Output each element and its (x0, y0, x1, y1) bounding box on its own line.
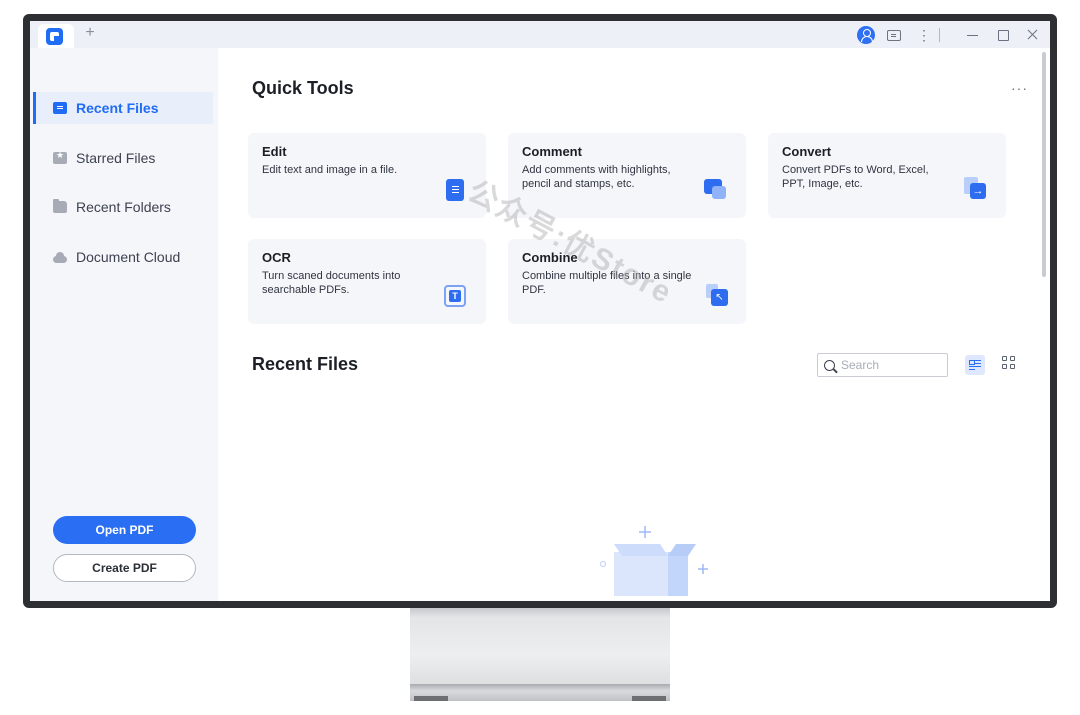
grid-view-icon[interactable] (1002, 356, 1018, 372)
open-pdf-button[interactable]: Open PDF (53, 516, 196, 544)
vertical-scrollbar[interactable] (1042, 52, 1046, 277)
tool-card-title: Comment (522, 144, 582, 159)
app-logo-icon (46, 28, 63, 45)
convert-tool-icon (964, 177, 986, 199)
comment-tool-icon (704, 179, 726, 201)
combine-tool-icon (706, 284, 728, 306)
maximize-button[interactable] (992, 25, 1014, 45)
more-vertical-icon[interactable]: ⋮ (917, 28, 931, 42)
app-window: + ⋮ Recent Files Starred Files (30, 21, 1050, 601)
quick-tools-title: Quick Tools (252, 78, 354, 98)
recent-files-title: Recent Files (252, 354, 359, 374)
search-input[interactable] (841, 358, 941, 372)
new-tab-button[interactable]: + (82, 24, 98, 42)
tool-card-title: Combine (522, 250, 578, 265)
edit-tool-icon (446, 179, 464, 201)
close-button[interactable] (1022, 25, 1044, 45)
tool-card-description: Add comments with highlights, pencil and… (522, 164, 671, 190)
sidebar-item-label: Recent Folders (76, 199, 171, 215)
sidebar-item-recent-folders[interactable]: Recent Folders (33, 191, 213, 223)
home-tab[interactable] (38, 24, 74, 48)
sidebar: Recent Files Starred Files Recent Folder… (30, 48, 218, 601)
main-content: Quick Tools ··· Edit Edit text and image… (218, 48, 1050, 601)
sidebar-item-label: Document Cloud (76, 249, 181, 265)
more-horizontal-icon[interactable]: ··· (1011, 80, 1028, 96)
cloud-icon (53, 251, 67, 263)
tool-card-description: Convert PDFs to Word, Excel, PPT, Image,… (782, 164, 929, 190)
empty-state-box-icon (599, 526, 708, 596)
account-avatar-icon[interactable] (857, 26, 875, 44)
monitor-stand-base (410, 684, 670, 701)
tool-card-title: Edit (262, 144, 287, 159)
ocr-tool-icon (444, 285, 466, 307)
star-icon (53, 150, 67, 164)
sidebar-item-document-cloud[interactable]: Document Cloud (33, 241, 213, 273)
recent-files-icon (53, 102, 67, 114)
folder-icon (53, 199, 67, 213)
tool-card-description: Edit text and image in a file. (262, 164, 398, 176)
tool-card-convert[interactable]: Convert Convert PDFs to Word, Excel, PPT… (768, 133, 1006, 218)
create-pdf-button[interactable]: Create PDF (53, 554, 196, 582)
tool-card-ocr[interactable]: OCR Turn scaned documents into searchabl… (248, 239, 486, 324)
feedback-message-icon[interactable] (887, 29, 901, 41)
monitor-stand (410, 608, 670, 686)
minimize-button[interactable] (962, 25, 984, 45)
tool-card-edit[interactable]: Edit Edit text and image in a file. (248, 133, 486, 218)
search-box[interactable] (817, 353, 948, 377)
sidebar-item-label: Recent Files (76, 100, 159, 116)
sidebar-item-starred-files[interactable]: Starred Files (33, 142, 213, 174)
tool-card-description: Combine multiple files into a single PDF… (522, 270, 692, 296)
title-bar-divider (939, 28, 940, 42)
title-bar-controls: ⋮ (857, 25, 1044, 45)
title-bar: + ⋮ (30, 21, 1050, 48)
search-icon (824, 359, 835, 371)
monitor-frame: + ⋮ Recent Files Starred Files (23, 14, 1057, 608)
tool-card-combine[interactable]: Combine Combine multiple files into a si… (508, 239, 746, 324)
tool-card-comment[interactable]: Comment Add comments with highlights, pe… (508, 133, 746, 218)
tool-card-title: OCR (262, 250, 291, 265)
tool-card-title: Convert (782, 144, 832, 159)
list-view-icon[interactable] (965, 355, 985, 375)
sidebar-item-recent-files[interactable]: Recent Files (33, 92, 213, 124)
tool-card-description: Turn scaned documents into searchable PD… (262, 270, 401, 296)
sidebar-item-label: Starred Files (76, 150, 156, 166)
